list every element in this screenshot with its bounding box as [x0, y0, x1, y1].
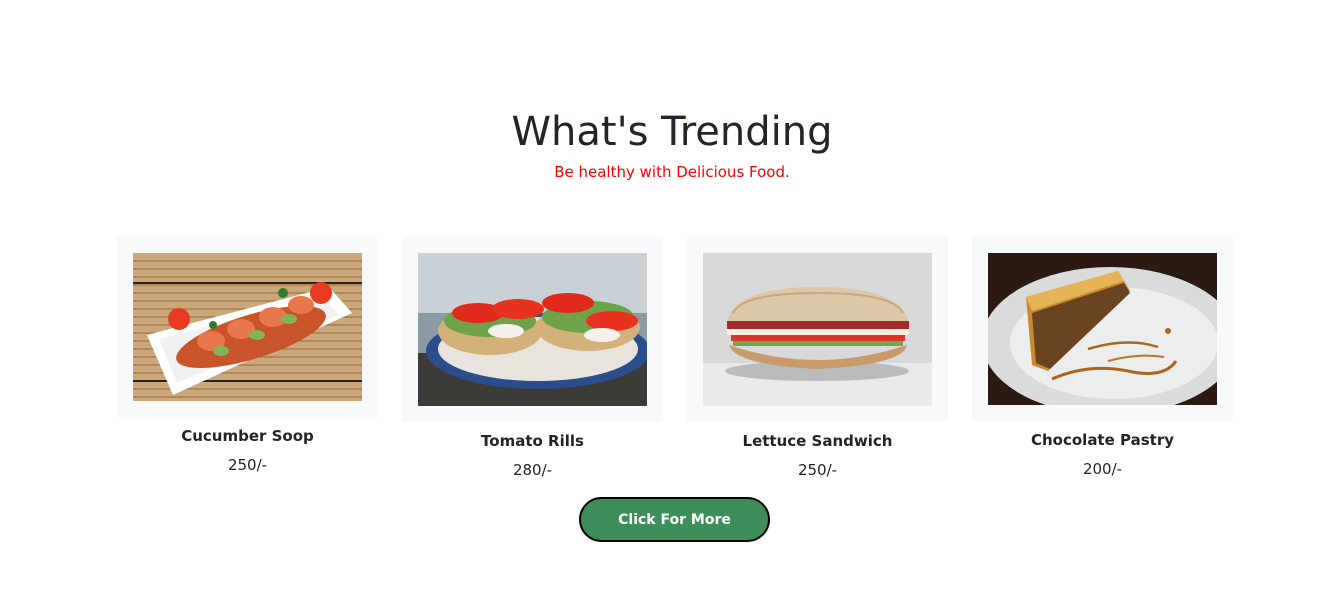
baklava-pastry-image [988, 253, 1217, 405]
product-name: Tomato Rills [481, 432, 584, 450]
product-name: Chocolate Pastry [1030, 431, 1174, 449]
click-for-more-button[interactable]: Click For More [579, 497, 770, 542]
sandwich-image [703, 253, 932, 406]
product-image-frame [117, 237, 378, 417]
section-subtitle: Be healthy with Delicious Food. [554, 163, 790, 181]
tomato-bruschetta-image [418, 253, 647, 406]
section-title: What's Trending [511, 109, 833, 155]
product-price: 280/- [512, 461, 553, 479]
product-price: 250/- [797, 461, 838, 479]
product-price: 250/- [227, 456, 268, 474]
product-image-frame [972, 237, 1233, 421]
product-card-chocolate-pastry[interactable]: Chocolate Pastry 200/- [972, 237, 1233, 479]
product-card-lettuce-sandwich[interactable]: Lettuce Sandwich 250/- [687, 237, 948, 480]
product-card-cucumber-soop[interactable]: Cucumber Soop 250/- [117, 237, 378, 475]
product-name: Cucumber Soop [181, 427, 314, 445]
product-image-frame [402, 237, 663, 422]
shrimp-cucumber-dish-image [133, 253, 362, 401]
product-name: Lettuce Sandwich [742, 432, 893, 450]
product-card-tomato-rills[interactable]: Tomato Rills 280/- [402, 237, 663, 480]
product-price: 200/- [1082, 460, 1123, 478]
product-image-frame [687, 237, 948, 422]
